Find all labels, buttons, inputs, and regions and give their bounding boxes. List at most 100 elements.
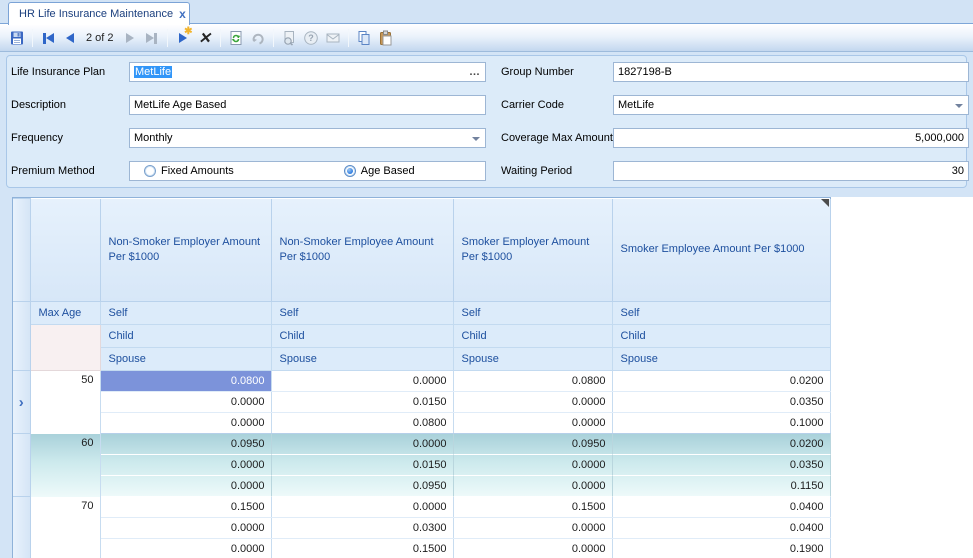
last-record-icon (146, 33, 157, 44)
max-age-cell[interactable]: 70 (30, 497, 100, 558)
row-indicator-cell[interactable] (13, 434, 30, 497)
grid-cell[interactable]: 0.1900 (612, 539, 830, 558)
grid-cell[interactable]: 0.0000 (271, 371, 453, 392)
lookup-ellipsis-icon[interactable]: … (469, 63, 481, 81)
grid-cell[interactable]: 0.0800 (453, 371, 612, 392)
print-preview-button[interactable] (278, 27, 300, 49)
chevron-down-icon[interactable] (472, 137, 480, 141)
grid-cell[interactable]: 0.0350 (612, 455, 830, 476)
new-record-star-icon: ✱ (184, 26, 192, 37)
coverage-max-amount-input[interactable]: 5,000,000 (613, 128, 969, 148)
chevron-down-icon[interactable] (955, 104, 963, 108)
subheader-self[interactable]: Self (612, 302, 830, 325)
refresh-button[interactable] (225, 27, 247, 49)
grid-cell[interactable]: 0.0400 (612, 518, 830, 539)
radio-fixed-amounts[interactable]: Fixed Amounts (144, 162, 234, 180)
grid-cell[interactable]: 0.1500 (271, 539, 453, 558)
grid-cell[interactable]: 0.0200 (612, 371, 830, 392)
first-record-button[interactable] (37, 27, 59, 49)
column-header[interactable]: Smoker Employer Amount Per $1000 (453, 199, 612, 302)
subheader-self[interactable]: Self (100, 302, 271, 325)
subheader-spouse[interactable]: Spouse (453, 348, 612, 371)
max-age-header[interactable]: Max Age (30, 302, 100, 325)
subheader-child[interactable]: Child (271, 325, 453, 348)
grid-cell[interactable]: 0.0150 (271, 455, 453, 476)
grid-cell[interactable]: 0.0950 (453, 434, 612, 455)
description-label: Description (11, 95, 66, 115)
grid-cell[interactable]: 0.0000 (453, 455, 612, 476)
subheader-self[interactable]: Self (271, 302, 453, 325)
grid-cell[interactable]: 0.0000 (453, 476, 612, 497)
description-input[interactable]: MetLife Age Based (129, 95, 486, 115)
undo-button[interactable] (247, 27, 269, 49)
record-position: 2 of 2 (81, 32, 119, 44)
grid-cell[interactable]: 0.0950 (100, 434, 271, 455)
delete-record-button[interactable]: ✕ (194, 27, 216, 49)
save-button[interactable] (6, 27, 28, 49)
grid-cell[interactable]: 0.0000 (271, 497, 453, 518)
grid-cell[interactable]: 0.0400 (612, 497, 830, 518)
grid-cell[interactable]: 0.0000 (453, 392, 612, 413)
group-number-input[interactable]: 1827198-B (613, 62, 969, 82)
column-header[interactable]: Non-Smoker Employer Amount Per $1000 (100, 199, 271, 302)
paste-button[interactable] (375, 27, 397, 49)
help-button[interactable]: ? (300, 27, 322, 49)
subheader-spouse[interactable]: Spouse (612, 348, 830, 371)
grid-cell[interactable]: 0.0950 (271, 476, 453, 497)
tab-hr-life-insurance-maintenance[interactable]: HR Life Insurance Maintenance x (8, 2, 190, 25)
grid-cell[interactable]: 0.1000 (612, 413, 830, 434)
grid-cell[interactable]: 0.1500 (100, 497, 271, 518)
grid-cell[interactable]: 0.0000 (100, 392, 271, 413)
column-header[interactable]: Non-Smoker Employee Amount Per $1000 (271, 199, 453, 302)
grid-cell[interactable]: 0.0000 (100, 539, 271, 558)
max-age-cell[interactable]: 50 (30, 371, 100, 434)
frequency-select[interactable]: Monthly (129, 128, 486, 148)
radio-age-based[interactable]: Age Based (344, 162, 415, 180)
toolbar-separator (32, 29, 33, 47)
subheader-spouse[interactable]: Spouse (271, 348, 453, 371)
previous-record-icon (66, 33, 74, 43)
grid-cell[interactable]: 0.0800 (271, 413, 453, 434)
life-insurance-plan-input[interactable]: MetLife … (129, 62, 486, 82)
max-age-filter-cell[interactable] (30, 325, 100, 371)
last-record-button[interactable] (141, 27, 163, 49)
carrier-code-select[interactable]: MetLife (613, 95, 969, 115)
grid-cell[interactable]: 0.1500 (453, 497, 612, 518)
subheader-child[interactable]: Child (612, 325, 830, 348)
current-row-arrow-icon: › (19, 394, 24, 411)
copy-button[interactable] (353, 27, 375, 49)
grid-cell[interactable]: 0.0000 (100, 518, 271, 539)
grid-cell[interactable]: 0.0800 (100, 371, 271, 392)
tab-close-icon[interactable]: x (179, 7, 186, 21)
svg-text:?: ? (308, 33, 314, 43)
row-indicator-cell[interactable]: › (13, 371, 30, 434)
grid-cell[interactable]: 0.0000 (453, 413, 612, 434)
grid-cell[interactable]: 0.0300 (271, 518, 453, 539)
grid-cell[interactable]: 0.0000 (100, 455, 271, 476)
grid-cell[interactable]: 0.1150 (612, 476, 830, 497)
grid-row-group-50: › 50 0.0800 0.0000 0.0800 0.0200 0.0000 … (13, 371, 830, 434)
waiting-period-input[interactable]: 30 (613, 161, 969, 181)
subheader-child[interactable]: Child (100, 325, 271, 348)
column-header[interactable]: Smoker Employee Amount Per $1000 (612, 199, 830, 302)
subheader-child[interactable]: Child (453, 325, 612, 348)
grid-cell[interactable]: 0.0000 (453, 539, 612, 558)
email-button[interactable] (322, 27, 344, 49)
radio-age-based-label: Age Based (361, 162, 415, 180)
grid-cell[interactable]: 0.0000 (100, 476, 271, 497)
grid-cell[interactable]: 0.0350 (612, 392, 830, 413)
grid-cell[interactable]: 0.0150 (271, 392, 453, 413)
grid-cell[interactable]: 0.0200 (612, 434, 830, 455)
subheader-self[interactable]: Self (453, 302, 612, 325)
refresh-icon (228, 30, 244, 46)
previous-record-button[interactable] (59, 27, 81, 49)
new-record-button[interactable]: ✱ (172, 27, 194, 49)
grid-cell[interactable]: 0.0000 (100, 413, 271, 434)
next-record-button[interactable] (119, 27, 141, 49)
row-indicator-cell[interactable] (13, 497, 30, 558)
grid-cell[interactable]: 0.0000 (271, 434, 453, 455)
grid-cell[interactable]: 0.0000 (453, 518, 612, 539)
subheader-spouse[interactable]: Spouse (100, 348, 271, 371)
radio-fixed-amounts-label: Fixed Amounts (161, 162, 234, 180)
max-age-cell[interactable]: 60 (30, 434, 100, 497)
